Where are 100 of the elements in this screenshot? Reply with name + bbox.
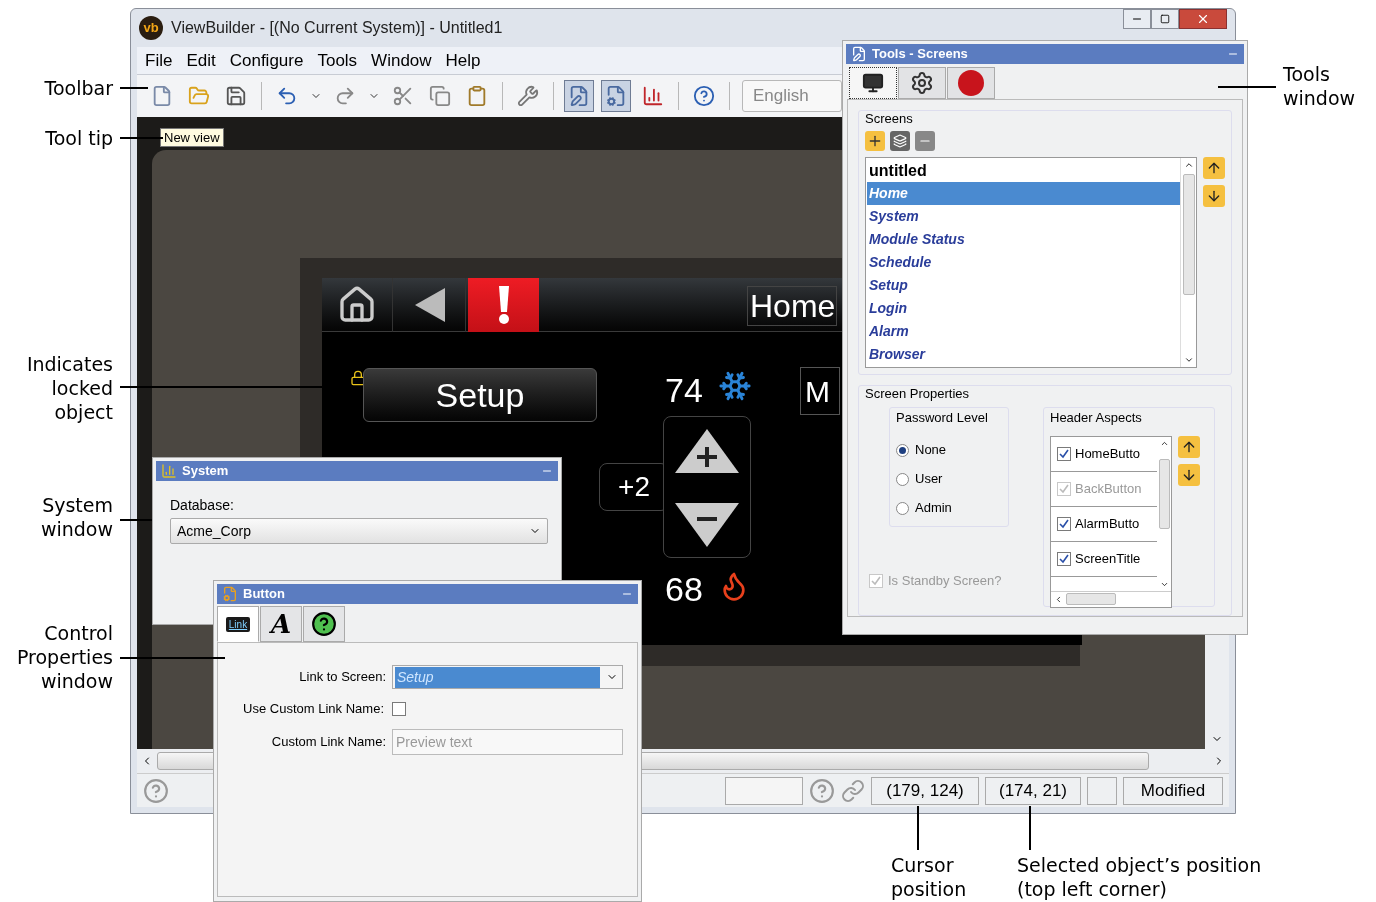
document-gear-icon: [605, 85, 627, 107]
screen-list-item[interactable]: System: [867, 204, 1180, 228]
move-down-icon[interactable]: [1178, 463, 1200, 486]
group-title: Password Level: [896, 409, 989, 427]
menu-item[interactable]: Window: [371, 47, 432, 74]
checkbox-label: BackButton: [1075, 479, 1142, 498]
heating-setpoint: 68: [665, 569, 703, 610]
help-icon[interactable]: [809, 777, 835, 804]
wrench-icon: [517, 85, 539, 107]
tooltip: New view: [160, 128, 224, 147]
screen-list-item[interactable]: Schedule: [867, 250, 1180, 274]
group-title: Screen Properties: [865, 384, 971, 403]
screen-list-item[interactable]: Setup: [867, 273, 1180, 297]
document-gear-icon: [222, 586, 238, 602]
duplicate-icon[interactable]: [890, 130, 910, 151]
remove-icon[interactable]: [915, 130, 935, 151]
panel-tab[interactable]: A: [260, 606, 302, 642]
move-up-icon[interactable]: [1203, 156, 1225, 179]
save-icon: [225, 85, 247, 107]
checkbox-label: HomeButto: [1075, 444, 1141, 463]
menu-item[interactable]: Help: [445, 47, 481, 74]
screen-list-item[interactable]: Alarm: [867, 319, 1180, 343]
checkbox[interactable]: [1057, 551, 1071, 566]
link-icon[interactable]: [841, 778, 865, 803]
checkbox-label: AlarmButto: [1075, 514, 1140, 533]
field-label: Custom Link Name:: [270, 732, 386, 751]
annotation-label: Tools window: [1283, 62, 1356, 110]
help-icon: [693, 85, 715, 107]
annotation-label: Control Properties window: [15, 621, 113, 693]
leader-line: [120, 519, 152, 521]
folder-icon: [188, 85, 210, 107]
new-file-icon: [151, 85, 173, 107]
checkbox[interactable]: [1057, 516, 1071, 531]
radio-button[interactable]: [896, 472, 909, 486]
panel-tab[interactable]: [303, 606, 345, 642]
group-title: Screens: [865, 110, 914, 128]
panel-tab[interactable]: Link: [217, 606, 259, 642]
move-down-icon[interactable]: [1203, 184, 1225, 207]
monitor-icon: [861, 72, 885, 94]
add-icon[interactable]: [865, 130, 885, 151]
horizontal-scrollbar[interactable]: [1051, 590, 1171, 607]
screen-list-item[interactable]: Home: [867, 181, 1180, 205]
leader-line: [120, 87, 148, 89]
radio-button[interactable]: [896, 443, 909, 457]
toolbar-button[interactable]: [601, 80, 631, 112]
decrease-arrow-icon[interactable]: [675, 503, 739, 547]
increase-arrow-icon[interactable]: [675, 429, 739, 473]
menu-item[interactable]: File: [145, 47, 173, 74]
leader-line: [1029, 806, 1031, 850]
menu-item[interactable]: Edit: [186, 47, 216, 74]
field-label: Link to Screen:: [298, 668, 386, 687]
scroll-thumb[interactable]: [1158, 458, 1170, 529]
vertical-scrollbar[interactable]: [1180, 157, 1196, 367]
scroll-thumb[interactable]: [1066, 593, 1116, 605]
tool-tab[interactable]: [898, 67, 946, 99]
maximize-button[interactable]: [1151, 9, 1179, 29]
modified-status: Modified: [1123, 776, 1223, 805]
screen-list-item[interactable]: Login: [867, 296, 1180, 320]
custom-name-field[interactable]: Preview text: [392, 728, 623, 755]
scroll-left-icon[interactable]: [1054, 594, 1063, 604]
clipboard-icon: [466, 85, 488, 107]
annotation-label: Tool tip: [44, 126, 113, 150]
menu-item[interactable]: Configure: [229, 47, 304, 74]
field-label: Use Custom Link Name:: [242, 700, 384, 718]
panel-title: Tools - Screens: [872, 45, 968, 64]
menu-item[interactable]: Tools: [317, 47, 358, 74]
scroll-thumb[interactable]: [1182, 173, 1195, 295]
annotation-label: Toolbar: [43, 76, 113, 100]
scissors-icon: [392, 85, 414, 107]
app-logo: vb: [139, 16, 163, 40]
mode-button[interactable]: M: [800, 367, 840, 415]
checkbox[interactable]: [1057, 446, 1071, 461]
minimize-button[interactable]: [1123, 9, 1151, 29]
screen-list-item[interactable]: Browser: [867, 342, 1180, 366]
checkbox[interactable]: [392, 701, 406, 716]
alarm-button[interactable]: [468, 278, 539, 332]
selection-position: (174, 21): [985, 776, 1081, 805]
checkbox-label: ScreenTitle: [1075, 549, 1141, 568]
move-up-icon[interactable]: [1178, 435, 1200, 458]
panel-title: System: [182, 462, 229, 481]
home-icon: [337, 285, 377, 325]
leader-line: [917, 806, 919, 850]
toolbar-button[interactable]: [564, 80, 594, 112]
help-icon[interactable]: [143, 777, 169, 804]
panel-title: Button: [243, 585, 285, 604]
database-dropdown[interactable]: Acme_Corp: [170, 518, 548, 544]
setup-button[interactable]: Setup: [363, 368, 597, 422]
annotation-label: Cursor position: [891, 853, 967, 901]
close-button[interactable]: [1179, 9, 1227, 29]
screen-list-item[interactable]: Module Status: [867, 227, 1180, 251]
annotation-label: Indicates locked object: [25, 352, 113, 424]
cooling-setpoint: 74: [665, 370, 703, 411]
tool-tab[interactable]: [849, 67, 897, 99]
back-triangle-icon: [415, 288, 445, 322]
copy-icon: [429, 85, 451, 107]
close-icon: [1196, 12, 1210, 26]
cursor-position: (179, 124): [871, 776, 979, 805]
radio-button[interactable]: [896, 501, 909, 515]
checkbox-label: Is Standby Screen?: [888, 572, 1002, 590]
screen-list-item[interactable]: untitled: [867, 158, 1180, 182]
